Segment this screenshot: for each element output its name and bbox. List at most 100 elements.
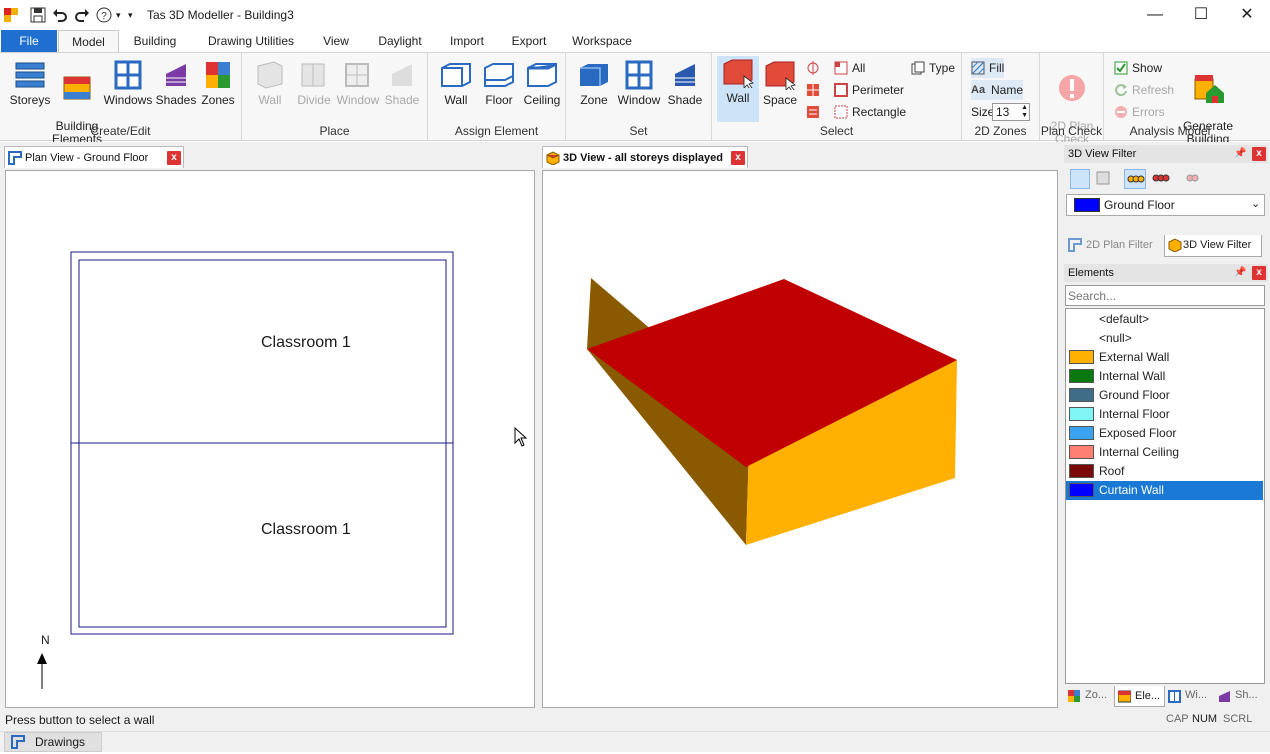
help-icon[interactable]: ? — [96, 7, 112, 23]
storey-select[interactable]: Ground Floor ⌄ — [1066, 194, 1265, 216]
tab-plan-view[interactable]: Plan View - Ground Floor x — [4, 146, 184, 168]
generate-building-icon — [1194, 75, 1224, 103]
select-space-icon — [765, 61, 796, 90]
close-panel-button[interactable]: x — [1252, 266, 1266, 280]
tab-3d-view-filter[interactable]: 3D View Filter — [1164, 235, 1262, 257]
storey-value: Ground Floor — [1104, 198, 1175, 212]
color-swatch — [1069, 464, 1094, 478]
customize-icon[interactable]: ▾ — [128, 7, 144, 23]
filter-3d-icon[interactable] — [1070, 169, 1090, 189]
refresh-button[interactable]: Refresh — [1114, 80, 1174, 100]
select-similar-icon[interactable] — [806, 61, 820, 75]
list-item[interactable]: Internal Ceiling — [1066, 443, 1263, 462]
tab-model[interactable]: Model — [58, 30, 119, 53]
tab-2d-plan-filter[interactable]: 2D Plan Filter — [1064, 235, 1164, 256]
storeys-button[interactable]: Storeys — [8, 58, 52, 107]
close-tab-button[interactable]: x — [731, 151, 745, 165]
windows-button[interactable]: Windows — [102, 58, 154, 107]
select-space-button[interactable]: Space — [760, 58, 800, 107]
select-type-button[interactable]: Type — [911, 58, 955, 78]
plan-icon — [11, 735, 25, 749]
room-label: Classroom 1 — [261, 334, 351, 351]
tab-zones[interactable]: Zo... — [1068, 689, 1107, 702]
list-item[interactable]: Internal Wall — [1066, 367, 1263, 386]
place-shade-button[interactable]: Shade — [380, 58, 424, 107]
tab-elements[interactable]: Ele... — [1114, 686, 1166, 707]
show-icon — [1114, 61, 1128, 75]
close-panel-button[interactable]: x — [1252, 147, 1266, 161]
list-item[interactable]: Internal Floor — [1066, 405, 1263, 424]
filter-edit-icon[interactable] — [1094, 169, 1114, 189]
close-button[interactable]: ✕ — [1224, 0, 1270, 30]
maximize-button[interactable]: ☐ — [1178, 0, 1224, 30]
rectangle-icon — [834, 105, 848, 119]
select-grid-icon[interactable] — [806, 83, 820, 97]
elements-search-input[interactable] — [1065, 285, 1265, 306]
set-window-button[interactable]: Window — [616, 58, 662, 107]
select-rectangle-button[interactable]: Rectangle — [834, 102, 906, 122]
tab-daylight[interactable]: Daylight — [370, 30, 430, 52]
place-divide-button[interactable]: Divide — [292, 58, 336, 107]
tab-shades[interactable]: Sh... — [1218, 689, 1258, 702]
plan-canvas[interactable]: Classroom 1 Classroom 1 N — [5, 170, 535, 708]
tab-import[interactable]: Import — [444, 30, 490, 52]
tab-building[interactable]: Building — [124, 30, 186, 52]
color-swatch — [1069, 369, 1094, 383]
minimize-button[interactable]: — — [1132, 0, 1178, 30]
tab-workspace[interactable]: Workspace — [568, 30, 636, 52]
assign-wall-button[interactable]: Wall — [434, 58, 478, 107]
save-icon[interactable] — [30, 7, 46, 23]
filter-bulbs-icon[interactable] — [1124, 169, 1146, 189]
list-item[interactable]: <null> — [1066, 329, 1263, 348]
tab-3d-view[interactable]: 3D View - all storeys displayed x — [542, 146, 748, 168]
assign-floor-button[interactable]: Floor — [478, 58, 520, 107]
select-perimeter-button[interactable]: Perimeter — [834, 80, 904, 100]
size-spinner[interactable]: 13 ▲ ▼ — [992, 103, 1030, 121]
redo-icon[interactable] — [74, 7, 90, 23]
filter-bulbs-red-icon[interactable] — [1150, 169, 1172, 189]
tab-export[interactable]: Export — [504, 30, 554, 52]
select-all-icon — [834, 61, 848, 75]
drawings-tab[interactable]: Drawings — [4, 732, 102, 752]
filter-bulbs-off-icon[interactable] — [1182, 169, 1204, 189]
floor-icon — [484, 63, 514, 87]
tab-drawing-utilities[interactable]: Drawing Utilities — [200, 30, 302, 52]
shades-button[interactable]: Shades — [154, 58, 198, 107]
undo-icon[interactable] — [52, 7, 68, 23]
fill-toggle[interactable]: Fill — [971, 58, 1005, 78]
errors-button[interactable]: Errors — [1114, 102, 1165, 122]
list-item[interactable]: Exposed Floor — [1066, 424, 1263, 443]
zones-button[interactable]: Zones — [198, 58, 238, 107]
name-toggle[interactable]: Aa Name — [971, 80, 1024, 100]
room-label: Classroom 1 — [261, 521, 351, 538]
window-icon — [625, 60, 653, 90]
pin-icon[interactable]: 📌 — [1234, 264, 1246, 282]
set-shade-button[interactable]: Shade — [662, 58, 708, 107]
list-item[interactable]: Roof — [1066, 462, 1263, 481]
list-item[interactable]: <default> — [1066, 310, 1263, 329]
group-label: Create/Edit — [90, 124, 151, 138]
close-tab-button[interactable]: x — [167, 151, 181, 165]
set-zone-button[interactable]: Zone — [572, 58, 616, 107]
list-item[interactable]: Ground Floor — [1066, 386, 1263, 405]
select-wall-button[interactable]: Wall — [717, 56, 759, 122]
pin-icon[interactable]: 📌 — [1234, 145, 1246, 163]
tab-file[interactable]: File — [1, 30, 57, 52]
type-icon — [911, 61, 925, 75]
3d-canvas[interactable] — [542, 170, 1058, 708]
windows-icon — [1168, 690, 1181, 703]
spinner-arrows-icon[interactable]: ▲ ▼ — [1021, 104, 1028, 120]
storeys-icon — [15, 62, 45, 88]
list-item[interactable]: Curtain Wall — [1066, 481, 1263, 500]
select-all-button[interactable]: All — [834, 58, 865, 78]
tab-windows[interactable]: Wi... — [1168, 689, 1207, 703]
place-window-button[interactable]: Window — [336, 58, 380, 107]
tab-view[interactable]: View — [316, 30, 356, 52]
select-list-icon[interactable] — [806, 105, 820, 119]
cap-indicator: CAP — [1166, 713, 1189, 725]
place-wall-button[interactable]: Wall — [248, 58, 292, 107]
color-swatch — [1069, 407, 1094, 421]
show-button[interactable]: Show — [1114, 58, 1162, 78]
list-item[interactable]: External Wall — [1066, 348, 1263, 367]
assign-ceiling-button[interactable]: Ceiling — [520, 58, 564, 107]
